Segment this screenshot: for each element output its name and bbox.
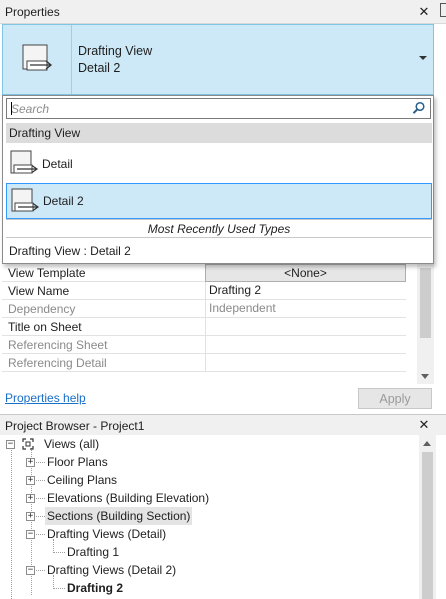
project-browser-titlebar: Project Browser - Project1 ✕ (0, 414, 446, 435)
tree-leaf-drafting-1[interactable]: Drafting 1 (67, 543, 119, 561)
collapse-icon[interactable]: − (6, 440, 15, 449)
type-search-box[interactable] (6, 98, 431, 119)
tree-node-elevations[interactable]: Elevations (Building Elevation) (47, 489, 209, 507)
panel-edge-icon (440, 3, 446, 17)
properties-scrollbar[interactable] (417, 264, 434, 384)
scroll-up-icon[interactable] (423, 441, 431, 446)
expand-icon[interactable]: + (26, 476, 35, 485)
scroll-down-icon[interactable] (421, 374, 429, 379)
properties-title: Properties (5, 5, 60, 19)
properties-titlebar: Properties ✕ (0, 0, 446, 24)
referencing-detail-value (205, 354, 406, 372)
property-name: Referencing Detail (8, 356, 107, 370)
property-row-referencing-detail: Referencing Detail (2, 354, 406, 372)
tree-guide-line (36, 480, 45, 481)
title-on-sheet-field[interactable] (205, 318, 406, 336)
tree-guide-line (36, 498, 45, 499)
project-browser-close-icon[interactable]: ✕ (417, 418, 431, 432)
properties-footer: Properties help Apply (0, 384, 436, 412)
tree-node-ceiling-plans[interactable]: Ceiling Plans (47, 471, 117, 489)
drafting-view-large-icon (22, 44, 53, 70)
type-item-label: Detail 2 (43, 194, 84, 208)
tree-node-floor-plans[interactable]: Floor Plans (47, 453, 108, 471)
tree-root-views[interactable]: Views (all) (44, 435, 99, 453)
tree-guide-line (36, 462, 45, 463)
property-row-dependency: Dependency Independent (2, 300, 406, 318)
project-browser-scrollbar[interactable] (419, 435, 436, 599)
property-row-view-template: View Template <None> (2, 264, 406, 282)
property-name: Referencing Sheet (8, 338, 108, 352)
collapse-icon[interactable]: − (26, 530, 35, 539)
tree-guide-line (53, 588, 65, 589)
property-grid: View Template <None> View Name Drafting … (2, 264, 416, 372)
property-row-view-name: View Name Drafting 2 (2, 282, 406, 300)
type-item-label: Detail (42, 157, 73, 171)
property-name: View Template (8, 266, 86, 280)
expand-icon[interactable]: + (26, 458, 35, 467)
tree-node-sections[interactable]: Sections (Building Section) (45, 507, 193, 525)
drafting-view-icon (10, 150, 39, 174)
property-name: Dependency (8, 302, 76, 316)
type-search-input[interactable] (7, 99, 402, 118)
scrollbar-thumb[interactable] (422, 452, 433, 599)
mru-header: Most Recently Used Types (6, 219, 432, 238)
expand-icon[interactable]: + (26, 512, 35, 521)
family-header: Drafting View (6, 123, 432, 143)
project-tree: − Views (all) + Floor Plans + Ceiling Pl… (0, 435, 418, 599)
type-preview (3, 25, 72, 94)
tree-guide-line (36, 534, 45, 535)
tree-leaf-drafting-2[interactable]: Drafting 2 (67, 579, 123, 597)
type-dropdown: Drafting View Detail Detail 2 Most Recen… (2, 95, 434, 264)
chevron-down-icon[interactable] (419, 56, 427, 60)
view-template-button[interactable]: <None> (205, 264, 406, 282)
type-item-detail-2[interactable]: Detail 2 (6, 183, 432, 219)
tree-guide-line (53, 552, 65, 553)
property-name: Title on Sheet (8, 320, 82, 334)
property-row-referencing-sheet: Referencing Sheet (2, 336, 406, 354)
referencing-sheet-value (205, 336, 406, 354)
tree-node-drafting-views-detail-2[interactable]: Drafting Views (Detail 2) (47, 561, 176, 579)
text-caret (11, 102, 12, 115)
view-name-field[interactable]: Drafting 2 (205, 282, 406, 300)
properties-help-link[interactable]: Properties help (5, 391, 86, 405)
type-selector-family: Drafting View (78, 44, 153, 58)
dependency-value: Independent (205, 300, 406, 318)
type-selector[interactable]: Drafting View Detail 2 (2, 24, 434, 95)
tree-node-drafting-views-detail[interactable]: Drafting Views (Detail) (47, 525, 166, 543)
property-row-title-on-sheet: Title on Sheet (2, 318, 406, 336)
scrollbar-thumb[interactable] (420, 268, 431, 338)
tree-guide-line (11, 448, 12, 599)
mru-item[interactable]: Drafting View : Detail 2 (9, 244, 131, 258)
expand-icon[interactable]: + (26, 494, 35, 503)
property-name: View Name (8, 284, 70, 298)
drafting-view-icon (11, 188, 40, 212)
tree-guide-line (36, 516, 45, 517)
properties-close-icon[interactable]: ✕ (417, 5, 431, 19)
project-browser-title: Project Browser - Project1 (5, 419, 145, 433)
views-root-icon (22, 438, 34, 450)
tree-guide-line (36, 570, 45, 571)
type-item-detail[interactable]: Detail (6, 146, 432, 182)
search-icon[interactable] (412, 101, 426, 115)
collapse-icon[interactable]: − (26, 566, 35, 575)
apply-button[interactable]: Apply (358, 388, 432, 409)
type-selector-type: Detail 2 (78, 61, 121, 75)
